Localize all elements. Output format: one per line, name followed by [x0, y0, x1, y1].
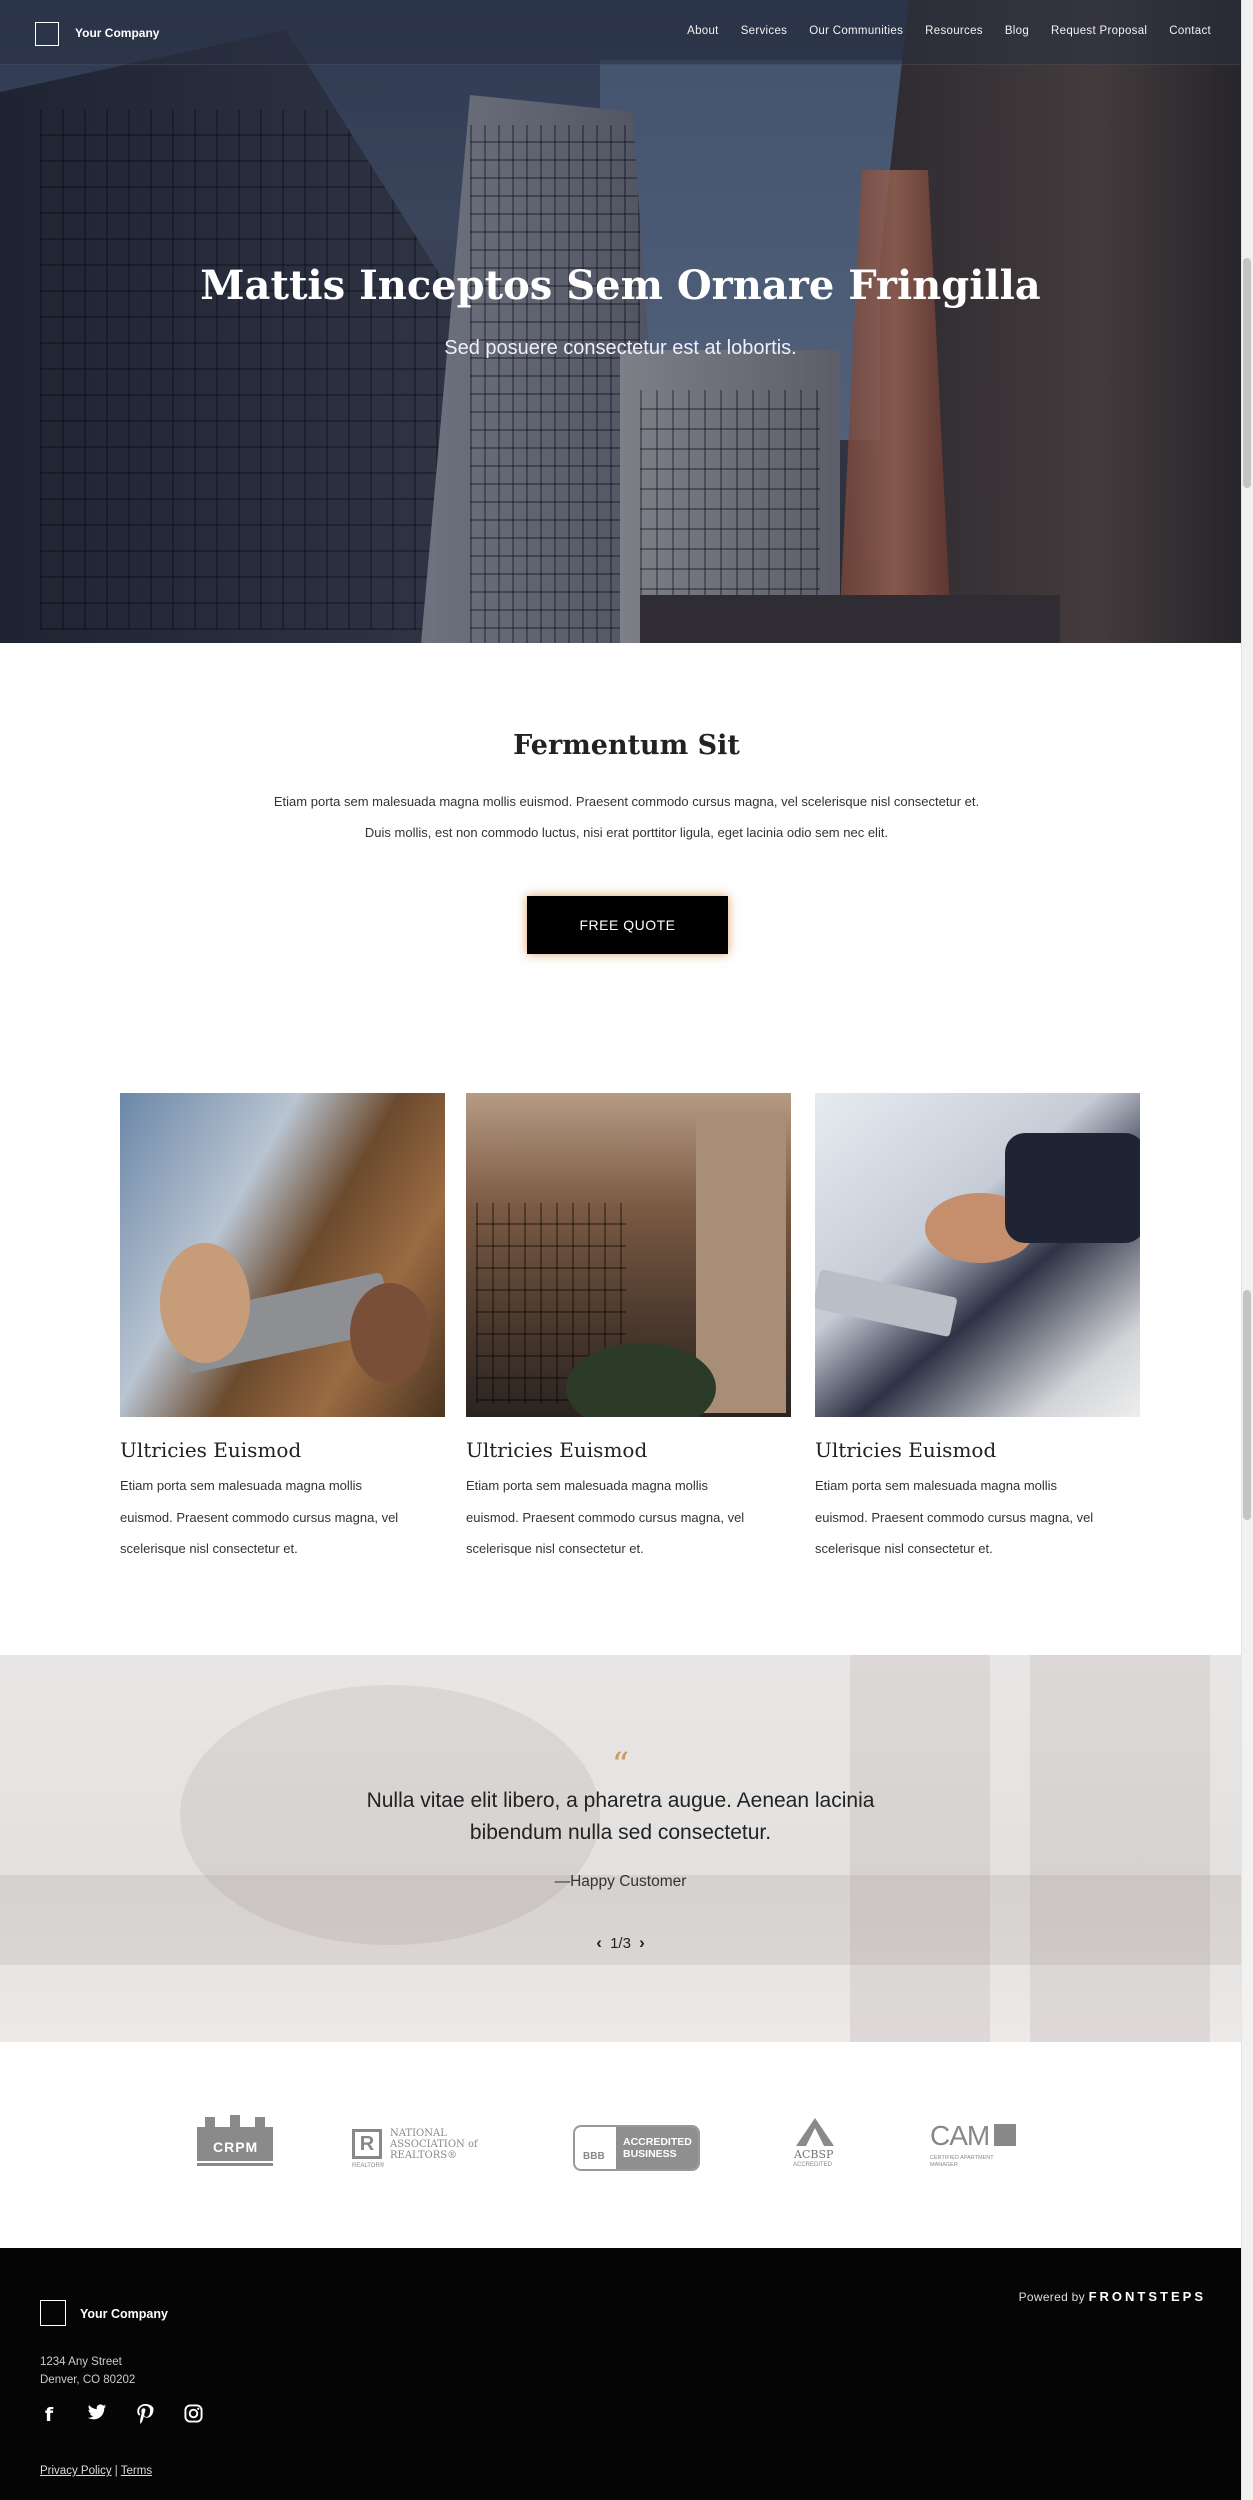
company-logo[interactable] [35, 22, 59, 46]
footer-address: 1234 Any Street Denver, CO 80202 [40, 2356, 136, 2386]
accreditation-logos: CRPM R NATIONAL ASSOCIATION of REALTORS®… [0, 2115, 1241, 2175]
twitter-icon[interactable] [86, 2404, 108, 2432]
card-image-city[interactable] [466, 1093, 791, 1417]
bbb-logo: BBB ACCREDITED BUSINESS [573, 2115, 700, 2175]
card-body: Etiam porta sem malesuada magna mollis e… [466, 1478, 745, 1556]
card-body: Etiam porta sem malesuada magna mollis e… [120, 1478, 399, 1556]
facebook-icon[interactable]: f [38, 2404, 60, 2432]
hero-subtitle: Sed posuere consectetur est at lobortis. [444, 337, 797, 359]
terms-link[interactable]: Terms [121, 2465, 152, 2477]
powered-by[interactable]: Powered by FRONTSTEPS [1019, 2289, 1206, 2304]
nav-blog[interactable]: Blog [1005, 25, 1029, 37]
page-scrollbar[interactable] [1241, 0, 1253, 2500]
feature-card: Ultricies Euismod Etiam porta sem malesu… [466, 1093, 791, 1565]
nav-about[interactable]: About [687, 25, 719, 37]
pager-count: 1/3 [610, 1935, 631, 1952]
nav-services[interactable]: Services [741, 25, 788, 37]
hero-banner: Mattis Inceptos Sem Ornare Fringilla Sed… [0, 0, 1241, 643]
footer-legal: Privacy Policy | Terms [40, 2465, 153, 2477]
feature-card: Ultricies Euismod Etiam porta sem malesu… [120, 1093, 445, 1565]
testimonial-text: Nulla vitae elit libero, a pharetra augu… [366, 1789, 875, 1844]
top-navigation-bar: Your Company About Services Our Communit… [0, 0, 1241, 65]
main-nav: About Services Our Communities Resources… [687, 25, 1211, 37]
nav-resources[interactable]: Resources [925, 25, 983, 37]
chevron-left-icon[interactable]: ‹ [592, 1933, 606, 1952]
intro-body: Etiam porta sem malesuada magna mollis e… [273, 794, 980, 840]
pinterest-icon[interactable] [134, 2404, 156, 2432]
testimonial-pager: ‹ 1/3 › [0, 1933, 1241, 1953]
intro-title: Fermentum Sit [513, 730, 740, 761]
footer-logo[interactable] [40, 2300, 66, 2326]
card-body: Etiam porta sem malesuada magna mollis e… [815, 1478, 1094, 1556]
footer-company-link[interactable]: Your Company [80, 2307, 168, 2321]
scrollbar-thumb-secondary[interactable] [1243, 1290, 1251, 1520]
instagram-icon[interactable] [182, 2404, 204, 2432]
card-title: Ultricies Euismod [815, 1438, 997, 1462]
scrollbar-thumb[interactable] [1243, 258, 1251, 488]
social-links: f [38, 2404, 204, 2432]
frontsteps-brand: FRONTSTEPS [1088, 2289, 1206, 2304]
privacy-policy-link[interactable]: Privacy Policy [40, 2465, 112, 2477]
free-quote-button[interactable]: FREE QUOTE [527, 896, 728, 954]
hero-title: Mattis Inceptos Sem Ornare Fringilla [200, 262, 1041, 309]
chevron-right-icon[interactable]: › [635, 1933, 649, 1952]
card-image-handshake[interactable] [815, 1093, 1140, 1417]
card-title: Ultricies Euismod [466, 1438, 648, 1462]
card-image-tablet[interactable] [120, 1093, 445, 1417]
crpm-logo: CRPM [195, 2115, 275, 2175]
testimonial-author: —Happy Customer [554, 1873, 687, 1890]
nav-our-communities[interactable]: Our Communities [809, 25, 903, 37]
card-title: Ultricies Euismod [120, 1438, 302, 1462]
nav-contact[interactable]: Contact [1169, 25, 1211, 37]
quote-mark-icon: “ [611, 1745, 630, 1785]
nav-request-proposal[interactable]: Request Proposal [1051, 25, 1147, 37]
nar-logo: R NATIONAL ASSOCIATION of REALTORS® REAL… [352, 2128, 478, 2169]
company-name-link[interactable]: Your Company [75, 26, 159, 40]
feature-card: Ultricies Euismod Etiam porta sem malesu… [815, 1093, 1140, 1565]
testimonial-section: “ Nulla vitae elit libero, a pharetra au… [0, 1655, 1241, 2042]
cam-logo: CAM CERTIFIED APARTMENT MANAGER [930, 2115, 1025, 2175]
acbsp-logo: ACBSP ACCREDITED [790, 2115, 840, 2175]
site-footer: Your Company Powered by FRONTSTEPS 1234 … [0, 2248, 1241, 2500]
